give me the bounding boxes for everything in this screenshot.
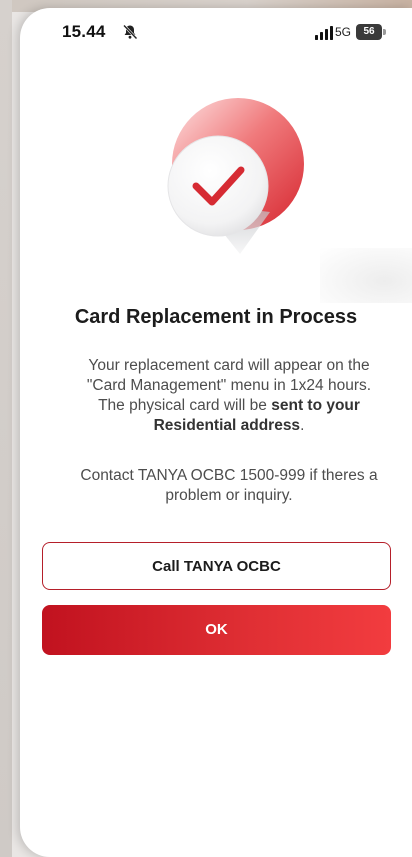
battery-tip	[383, 29, 386, 35]
ok-button[interactable]: OK	[42, 605, 391, 655]
contact-message: Contact TANYA OCBC 1500-999 if theres a …	[80, 467, 378, 504]
bell-off-icon	[123, 24, 138, 40]
battery-icon: 56	[356, 24, 382, 40]
battery-level: 56	[363, 26, 375, 37]
phone-screen: 15.44 5G 56 Card Replacement in Process …	[20, 8, 412, 857]
status-time: 15.44	[62, 22, 106, 41]
page-title: Card Replacement in Process	[74, 306, 358, 328]
replacement-message: Your replacement card will appear on the…	[78, 356, 380, 436]
call-tanya-ocbc-button[interactable]: Call TANYA OCBC	[42, 542, 391, 590]
status-bar: 15.44 5G 56	[20, 8, 412, 58]
hero-glow	[320, 248, 412, 303]
network-label: 5G	[335, 25, 352, 39]
checkmark-icon	[167, 98, 304, 254]
message-end: .	[300, 417, 305, 434]
background-left	[0, 0, 12, 857]
signal-icon	[315, 26, 333, 40]
